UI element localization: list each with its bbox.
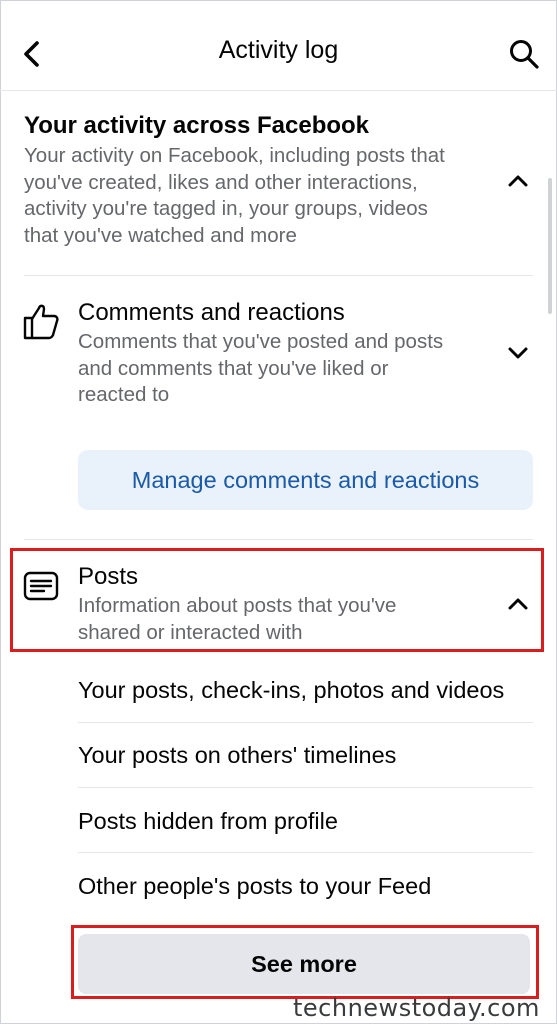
manage-comments-button[interactable]: Manage comments and reactions: [78, 450, 533, 510]
posts-item-hidden-from-profile[interactable]: Posts hidden from profile: [78, 808, 338, 835]
comments-section-title: Comments and reactions: [78, 299, 345, 326]
see-more-highlight-box: [71, 925, 539, 999]
divider: [78, 787, 533, 788]
comments-section-description: Comments that you've posted and posts an…: [78, 330, 444, 406]
activity-section-title: Your activity across Facebook: [24, 112, 370, 139]
divider: [78, 852, 533, 853]
watermark: technewstoday.com: [293, 994, 540, 1022]
divider: [24, 539, 533, 540]
scrollbar[interactable]: [548, 178, 552, 314]
top-bar: Activity log: [0, 0, 557, 91]
chevron-down-icon[interactable]: [507, 346, 529, 360]
manage-comments-label: Manage comments and reactions: [131, 466, 480, 493]
posts-item-others-timelines[interactable]: Your posts on others' timelines: [78, 742, 396, 769]
search-icon: [510, 40, 539, 69]
activity-section-description: Your activity on Facebook, including pos…: [24, 144, 445, 247]
divider: [24, 275, 533, 276]
page-title: Activity log: [218, 36, 339, 64]
posts-highlight-box: [10, 548, 544, 652]
posts-item-others-posts-feed[interactable]: Other people's posts to your Feed: [78, 873, 431, 900]
chevron-up-icon[interactable]: [507, 174, 529, 188]
thumbs-up-icon: [23, 304, 59, 340]
posts-item-your-posts[interactable]: Your posts, check-ins, photos and videos: [78, 677, 504, 704]
search-button[interactable]: [508, 38, 540, 75]
divider: [78, 722, 533, 723]
